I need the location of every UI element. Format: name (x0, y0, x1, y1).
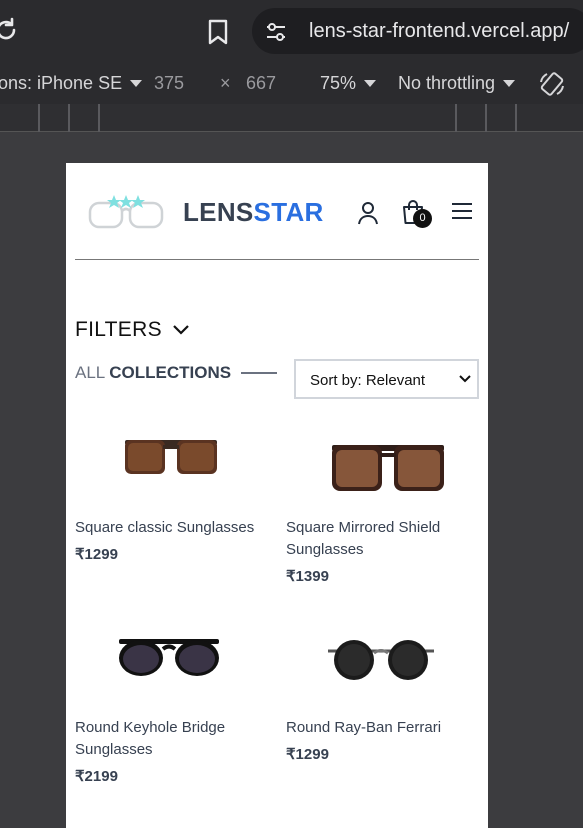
product-name[interactable]: Round Keyhole Bridge Sunglasses (75, 717, 265, 761)
zoom-value: 75% (320, 73, 357, 93)
reload-icon[interactable] (0, 16, 20, 44)
product-price: ₹1399 (286, 568, 329, 585)
product-price: ₹1299 (286, 746, 329, 763)
product-card[interactable]: Round Ray-Ban Ferrari ₹1299 (286, 623, 476, 773)
width-input[interactable]: 375 (154, 73, 184, 94)
url-text[interactable]: lens-star-frontend.vercel.app/ (309, 20, 569, 43)
chevron-down-icon (503, 80, 516, 87)
site-settings-icon[interactable] (264, 20, 288, 44)
product-name[interactable]: Square classic Sunglasses (75, 517, 265, 539)
product-image[interactable] (75, 423, 265, 523)
user-icon[interactable] (357, 201, 379, 225)
brand-part-star: STAR (253, 197, 324, 227)
ruler-tick (38, 104, 40, 132)
filters-label: FILTERS (75, 318, 162, 341)
product-card[interactable]: Square classic Sunglasses ₹1299 (75, 423, 265, 573)
product-card[interactable]: Round Keyhole Bridge Sunglasses ₹2199 (75, 623, 265, 793)
brand-name[interactable]: LENSSTAR (183, 197, 324, 228)
device-toolbar: ons: iPhone SE 375 × 667 75% No throttli… (0, 62, 583, 104)
brand-part-lens: LENS (183, 197, 254, 227)
ruler-tick (455, 104, 457, 132)
ruler-tick (515, 104, 517, 132)
media-query-ruler (0, 104, 583, 132)
ruler-tick (98, 104, 100, 132)
rotate-icon[interactable] (538, 70, 566, 98)
collections-heading-part1: ALL (75, 363, 106, 382)
ruler-tick (485, 104, 487, 132)
zoom-select[interactable]: 75% (320, 73, 377, 94)
lensstar-logo[interactable] (86, 193, 166, 235)
collections-heading-part2: COLLECTIONS (109, 363, 232, 382)
device-name: ons: iPhone SE (0, 73, 123, 93)
product-name[interactable]: Square Mirrored Shield Sunglasses (286, 517, 476, 561)
browser-top-bar: lens-star-frontend.vercel.app/ (0, 0, 583, 62)
cart-count-badge: 0 (413, 209, 432, 228)
bookmark-icon[interactable] (206, 18, 230, 46)
throttling-select[interactable]: No throttling (398, 73, 516, 94)
product-image[interactable] (75, 623, 265, 723)
product-image[interactable] (286, 623, 476, 723)
product-name[interactable]: Round Ray-Ban Ferrari (286, 717, 476, 739)
ruler-tick (68, 104, 70, 132)
product-price: ₹1299 (75, 546, 118, 563)
sort-select[interactable]: Sort by: Relevant (294, 359, 479, 399)
chevron-down-icon (130, 80, 143, 87)
header-divider (75, 259, 479, 260)
heading-line (241, 372, 277, 374)
chevron-down-icon (173, 325, 189, 335)
product-image[interactable] (286, 423, 476, 523)
filters-toggle[interactable]: FILTERS (75, 318, 190, 342)
collections-heading: ALL COLLECTIONS (75, 363, 231, 383)
device-viewport: LENSSTAR 0 FILTERS ALL COLLECTIONS Sort … (66, 163, 488, 828)
product-card[interactable]: Square Mirrored Shield Sunglasses ₹1399 (286, 423, 476, 593)
product-price: ₹2199 (75, 768, 118, 785)
hamburger-menu-icon[interactable] (451, 202, 473, 220)
chevron-down-icon (459, 375, 471, 383)
height-input[interactable]: 667 (246, 73, 276, 94)
device-select[interactable]: ons: iPhone SE (0, 73, 143, 94)
chevron-down-icon (364, 80, 377, 87)
sort-selected-value: Sort by: Relevant (310, 372, 426, 389)
throttling-value: No throttling (398, 73, 496, 93)
dimension-separator: × (220, 73, 231, 93)
